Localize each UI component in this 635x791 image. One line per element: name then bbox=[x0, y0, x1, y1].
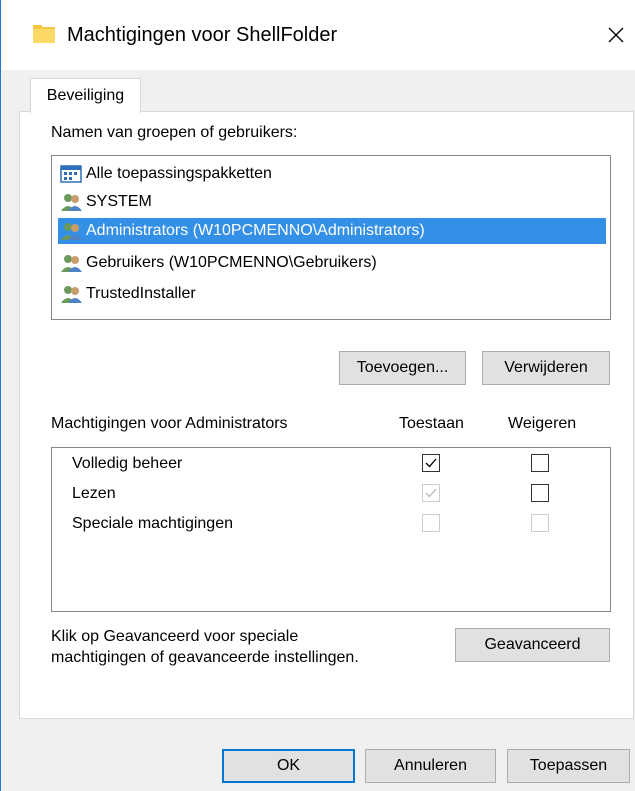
deny-column-header: Weigeren bbox=[508, 415, 577, 432]
allow-read-checkbox bbox=[422, 484, 440, 502]
allow-column-header: Toestaan bbox=[399, 415, 464, 432]
cancel-button[interactable]: Annuleren bbox=[365, 749, 496, 783]
permissions-dialog: Machtigingen voor ShellFolder Beveiligin… bbox=[0, 0, 635, 791]
close-button[interactable] bbox=[601, 18, 631, 52]
perm-row-special: Speciale machtigingen bbox=[72, 515, 233, 532]
advanced-hint-line1: Klik op Geavanceerd voor speciale bbox=[51, 628, 299, 645]
perm-row-full-control: Volledig beheer bbox=[72, 455, 183, 472]
allow-special-checkbox bbox=[422, 514, 440, 532]
users-icon bbox=[61, 194, 82, 211]
list-item-label: SYSTEM bbox=[86, 193, 152, 210]
list-item-all-app-packages[interactable]: Alle toepassingspakketten bbox=[60, 161, 272, 187]
list-item-label: Gebruikers (W10PCMENNO\Gebruikers) bbox=[86, 254, 377, 271]
check-icon bbox=[425, 458, 437, 468]
allow-full-control-checkbox[interactable] bbox=[422, 454, 440, 472]
users-icon bbox=[61, 286, 82, 303]
list-item-users[interactable]: Gebruikers (W10PCMENNO\Gebruikers) bbox=[60, 250, 377, 276]
remove-button[interactable]: Verwijderen bbox=[482, 351, 610, 385]
advanced-button[interactable]: Geavanceerd bbox=[455, 628, 610, 662]
users-icon bbox=[61, 223, 82, 240]
tab-security[interactable]: Beveiliging bbox=[30, 78, 141, 113]
list-item-label: Administrators (W10PCMENNO\Administrator… bbox=[86, 222, 425, 239]
ok-button[interactable]: OK bbox=[222, 749, 355, 783]
close-icon bbox=[608, 27, 624, 43]
apply-button[interactable]: Toepassen bbox=[507, 749, 630, 783]
deny-full-control-checkbox[interactable] bbox=[531, 454, 549, 472]
groups-listbox[interactable]: Alle toepassingspakketten SYSTEM Adminis… bbox=[51, 155, 611, 320]
groups-label: Namen van groepen of gebruikers: bbox=[51, 124, 298, 141]
list-item-system[interactable]: SYSTEM bbox=[60, 189, 152, 215]
deny-read-checkbox[interactable] bbox=[531, 484, 549, 502]
users-icon bbox=[61, 255, 82, 272]
window-title: Machtigingen voor ShellFolder bbox=[67, 24, 338, 46]
permissions-header-label: Machtigingen voor Administrators bbox=[51, 415, 288, 432]
list-item-administrators[interactable]: Administrators (W10PCMENNO\Administrator… bbox=[58, 218, 606, 244]
add-button[interactable]: Toevoegen... bbox=[339, 351, 466, 385]
check-icon bbox=[425, 488, 437, 498]
advanced-hint-line2: machtigingen of geavanceerde instellinge… bbox=[51, 649, 359, 666]
folder-icon bbox=[33, 25, 55, 43]
list-item-label: Alle toepassingspakketten bbox=[86, 165, 272, 182]
perm-row-read: Lezen bbox=[72, 485, 116, 502]
permissions-list: Volledig beheer Lezen Speciale machtigin… bbox=[51, 447, 611, 612]
list-item-label: TrustedInstaller bbox=[86, 285, 196, 302]
deny-special-checkbox bbox=[531, 514, 549, 532]
list-item-trustedinstaller[interactable]: TrustedInstaller bbox=[60, 281, 196, 307]
app-packages-icon bbox=[60, 165, 82, 183]
title-bar[interactable]: Machtigingen voor ShellFolder bbox=[1, 0, 635, 70]
